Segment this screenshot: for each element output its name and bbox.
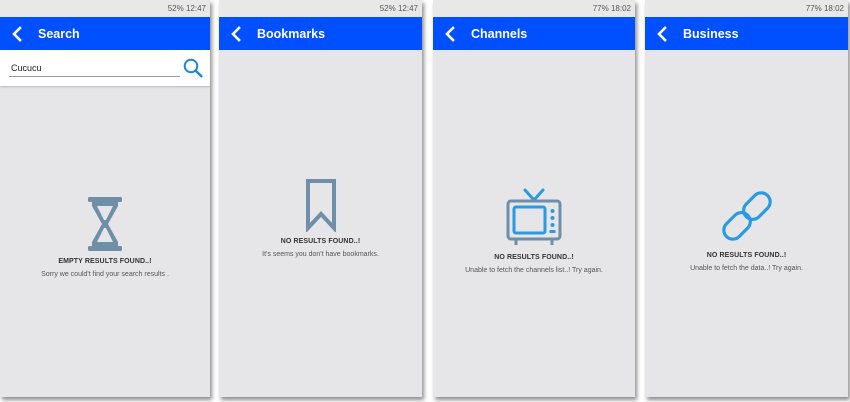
status-text: 52% 12:47 [379,4,418,13]
app-bar: Bookmarks [219,17,422,50]
page-title: Channels [471,26,528,41]
hourglass-icon [88,197,122,251]
page-title: Search [38,26,80,41]
channels-screen: 77% 18:02 Channels NO RESULTS FOUND..! U… [433,0,635,397]
chevron-left-icon [12,25,22,42]
tv-icon [506,188,562,245]
chevron-left-icon [657,25,667,42]
business-screen: 77% 18:02 Business NO RESULTS FOUND..! U… [645,0,848,397]
empty-message: Unable to fetch the data..! Try again. [690,265,803,272]
status-bar: 77% 18:02 [433,0,635,17]
search-input[interactable] [9,59,180,77]
empty-heading: EMPTY RESULTS FOUND..! [58,258,152,265]
back-button[interactable] [433,17,467,50]
bookmark-icon [305,179,336,232]
search-bar [0,50,210,86]
chevron-left-icon [445,25,455,42]
empty-heading: NO RESULTS FOUND..! [706,252,787,259]
empty-message: Unable to fetch the channels list..! Try… [465,267,603,274]
search-screen: 52% 12:47 Search EMPTY RESULTS FOUND..! … [0,0,210,397]
app-bar: Business [645,17,848,50]
status-text: 77% 18:02 [805,4,844,13]
page-title: Business [683,26,739,41]
empty-state: NO RESULTS FOUND..! Unable to fetch the … [645,186,848,272]
status-bar: 77% 18:02 [645,0,848,17]
back-button[interactable] [645,17,679,50]
empty-heading: NO RESULTS FOUND..! [494,254,574,261]
empty-state: NO RESULTS FOUND..! It's seems you don't… [219,178,422,258]
status-text: 52% 12:47 [167,4,206,13]
back-button[interactable] [219,17,253,50]
link-icon [721,191,772,241]
chevron-left-icon [231,25,241,42]
app-bar: Search [0,17,210,50]
empty-message: It's seems you don't have bookmarks. [262,251,379,258]
back-button[interactable] [0,17,34,50]
status-bar: 52% 12:47 [219,0,422,17]
search-icon[interactable] [182,58,204,78]
empty-message: Sorry we could't find your search result… [41,271,169,278]
app-bar: Channels [433,17,635,50]
bookmarks-screen: 52% 12:47 Bookmarks NO RESULTS FOUND..! … [219,0,422,397]
empty-heading: NO RESULTS FOUND..! [280,238,361,245]
status-bar: 52% 12:47 [0,0,210,17]
status-text: 77% 18:02 [592,4,631,13]
empty-state: NO RESULTS FOUND..! Unable to fetch the … [433,188,635,274]
empty-state: EMPTY RESULTS FOUND..! Sorry we could't … [0,196,210,278]
page-title: Bookmarks [257,26,326,41]
